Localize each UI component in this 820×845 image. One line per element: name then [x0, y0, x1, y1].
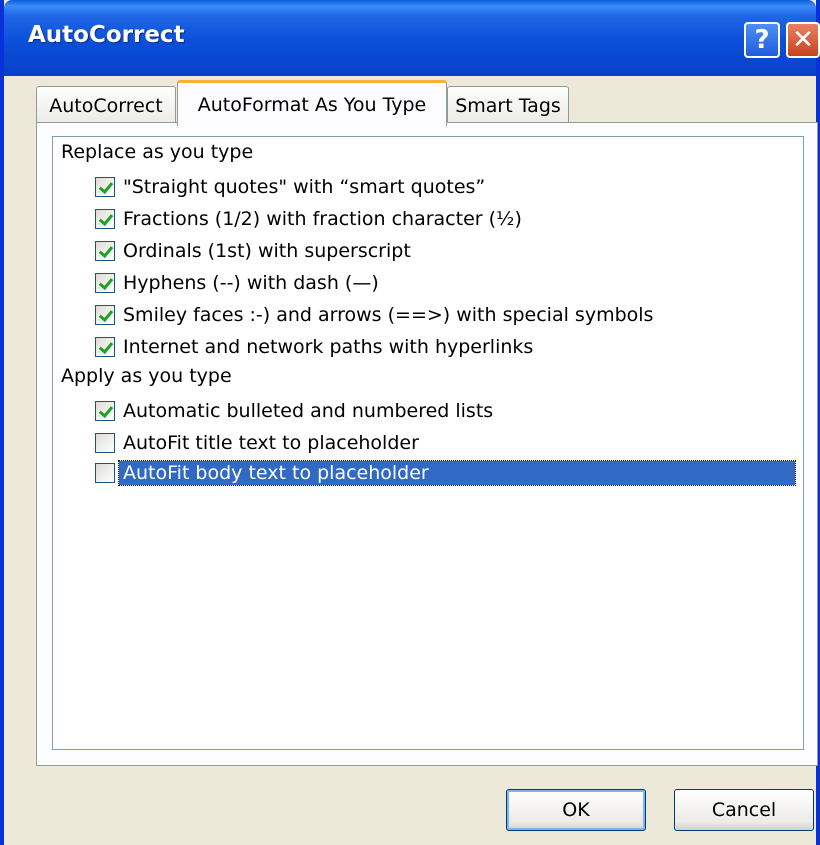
tab-autoformat-as-you-type[interactable]: AutoFormat As You Type: [177, 80, 447, 126]
option-autofit-title[interactable]: AutoFit title text to placeholder: [95, 429, 419, 457]
checkbox[interactable]: [95, 463, 115, 483]
close-button[interactable]: ✕: [786, 22, 820, 58]
option-ordinals[interactable]: Ordinals (1st) with superscript: [95, 237, 411, 265]
option-smiley-faces[interactable]: Smiley faces :-) and arrows (==>) with s…: [95, 301, 653, 329]
autocorrect-dialog: AutoCorrect ? ✕ AutoCorrect AutoFormat A…: [0, 0, 820, 845]
option-label: AutoFit body text to placeholder: [118, 460, 796, 486]
option-hyphens[interactable]: Hyphens (--) with dash (—): [95, 269, 379, 297]
dialog-title: AutoCorrect: [28, 22, 185, 48]
tab-smart-tags[interactable]: Smart Tags: [447, 86, 569, 124]
option-label: "Straight quotes" with “smart quotes”: [123, 176, 486, 198]
options-list[interactable]: Replace as you type "Straight quotes" wi…: [52, 136, 804, 750]
checkbox[interactable]: [95, 241, 115, 261]
checkbox[interactable]: [95, 401, 115, 421]
checkbox[interactable]: [95, 305, 115, 325]
option-hyperlinks[interactable]: Internet and network paths with hyperlin…: [95, 333, 533, 361]
option-label: Smiley faces :-) and arrows (==>) with s…: [123, 304, 654, 326]
title-bar: AutoCorrect ? ✕: [4, 0, 820, 76]
option-label: Hyphens (--) with dash (—): [123, 272, 379, 294]
option-straight-quotes[interactable]: "Straight quotes" with “smart quotes”: [95, 173, 485, 201]
checkbox[interactable]: [95, 209, 115, 229]
option-label: Internet and network paths with hyperlin…: [123, 336, 534, 358]
tab-autocorrect[interactable]: AutoCorrect: [36, 86, 176, 124]
ok-button[interactable]: OK: [506, 789, 646, 831]
option-label: AutoFit title text to placeholder: [123, 432, 419, 454]
option-autofit-body[interactable]: AutoFit body text to placeholder: [95, 459, 796, 487]
cancel-button[interactable]: Cancel: [674, 789, 814, 831]
option-label: Automatic bulleted and numbered lists: [123, 400, 494, 422]
group-label-apply: Apply as you type: [61, 365, 232, 387]
option-fractions[interactable]: Fractions (1/2) with fraction character …: [95, 205, 522, 233]
help-button[interactable]: ?: [744, 22, 780, 58]
group-label-replace: Replace as you type: [61, 141, 254, 163]
checkbox[interactable]: [95, 177, 115, 197]
checkbox[interactable]: [95, 433, 115, 453]
option-label: Ordinals (1st) with superscript: [123, 240, 411, 262]
checkbox[interactable]: [95, 337, 115, 357]
option-bulleted-lists[interactable]: Automatic bulleted and numbered lists: [95, 397, 493, 425]
option-label: Fractions (1/2) with fraction character …: [123, 208, 522, 230]
checkbox[interactable]: [95, 273, 115, 293]
